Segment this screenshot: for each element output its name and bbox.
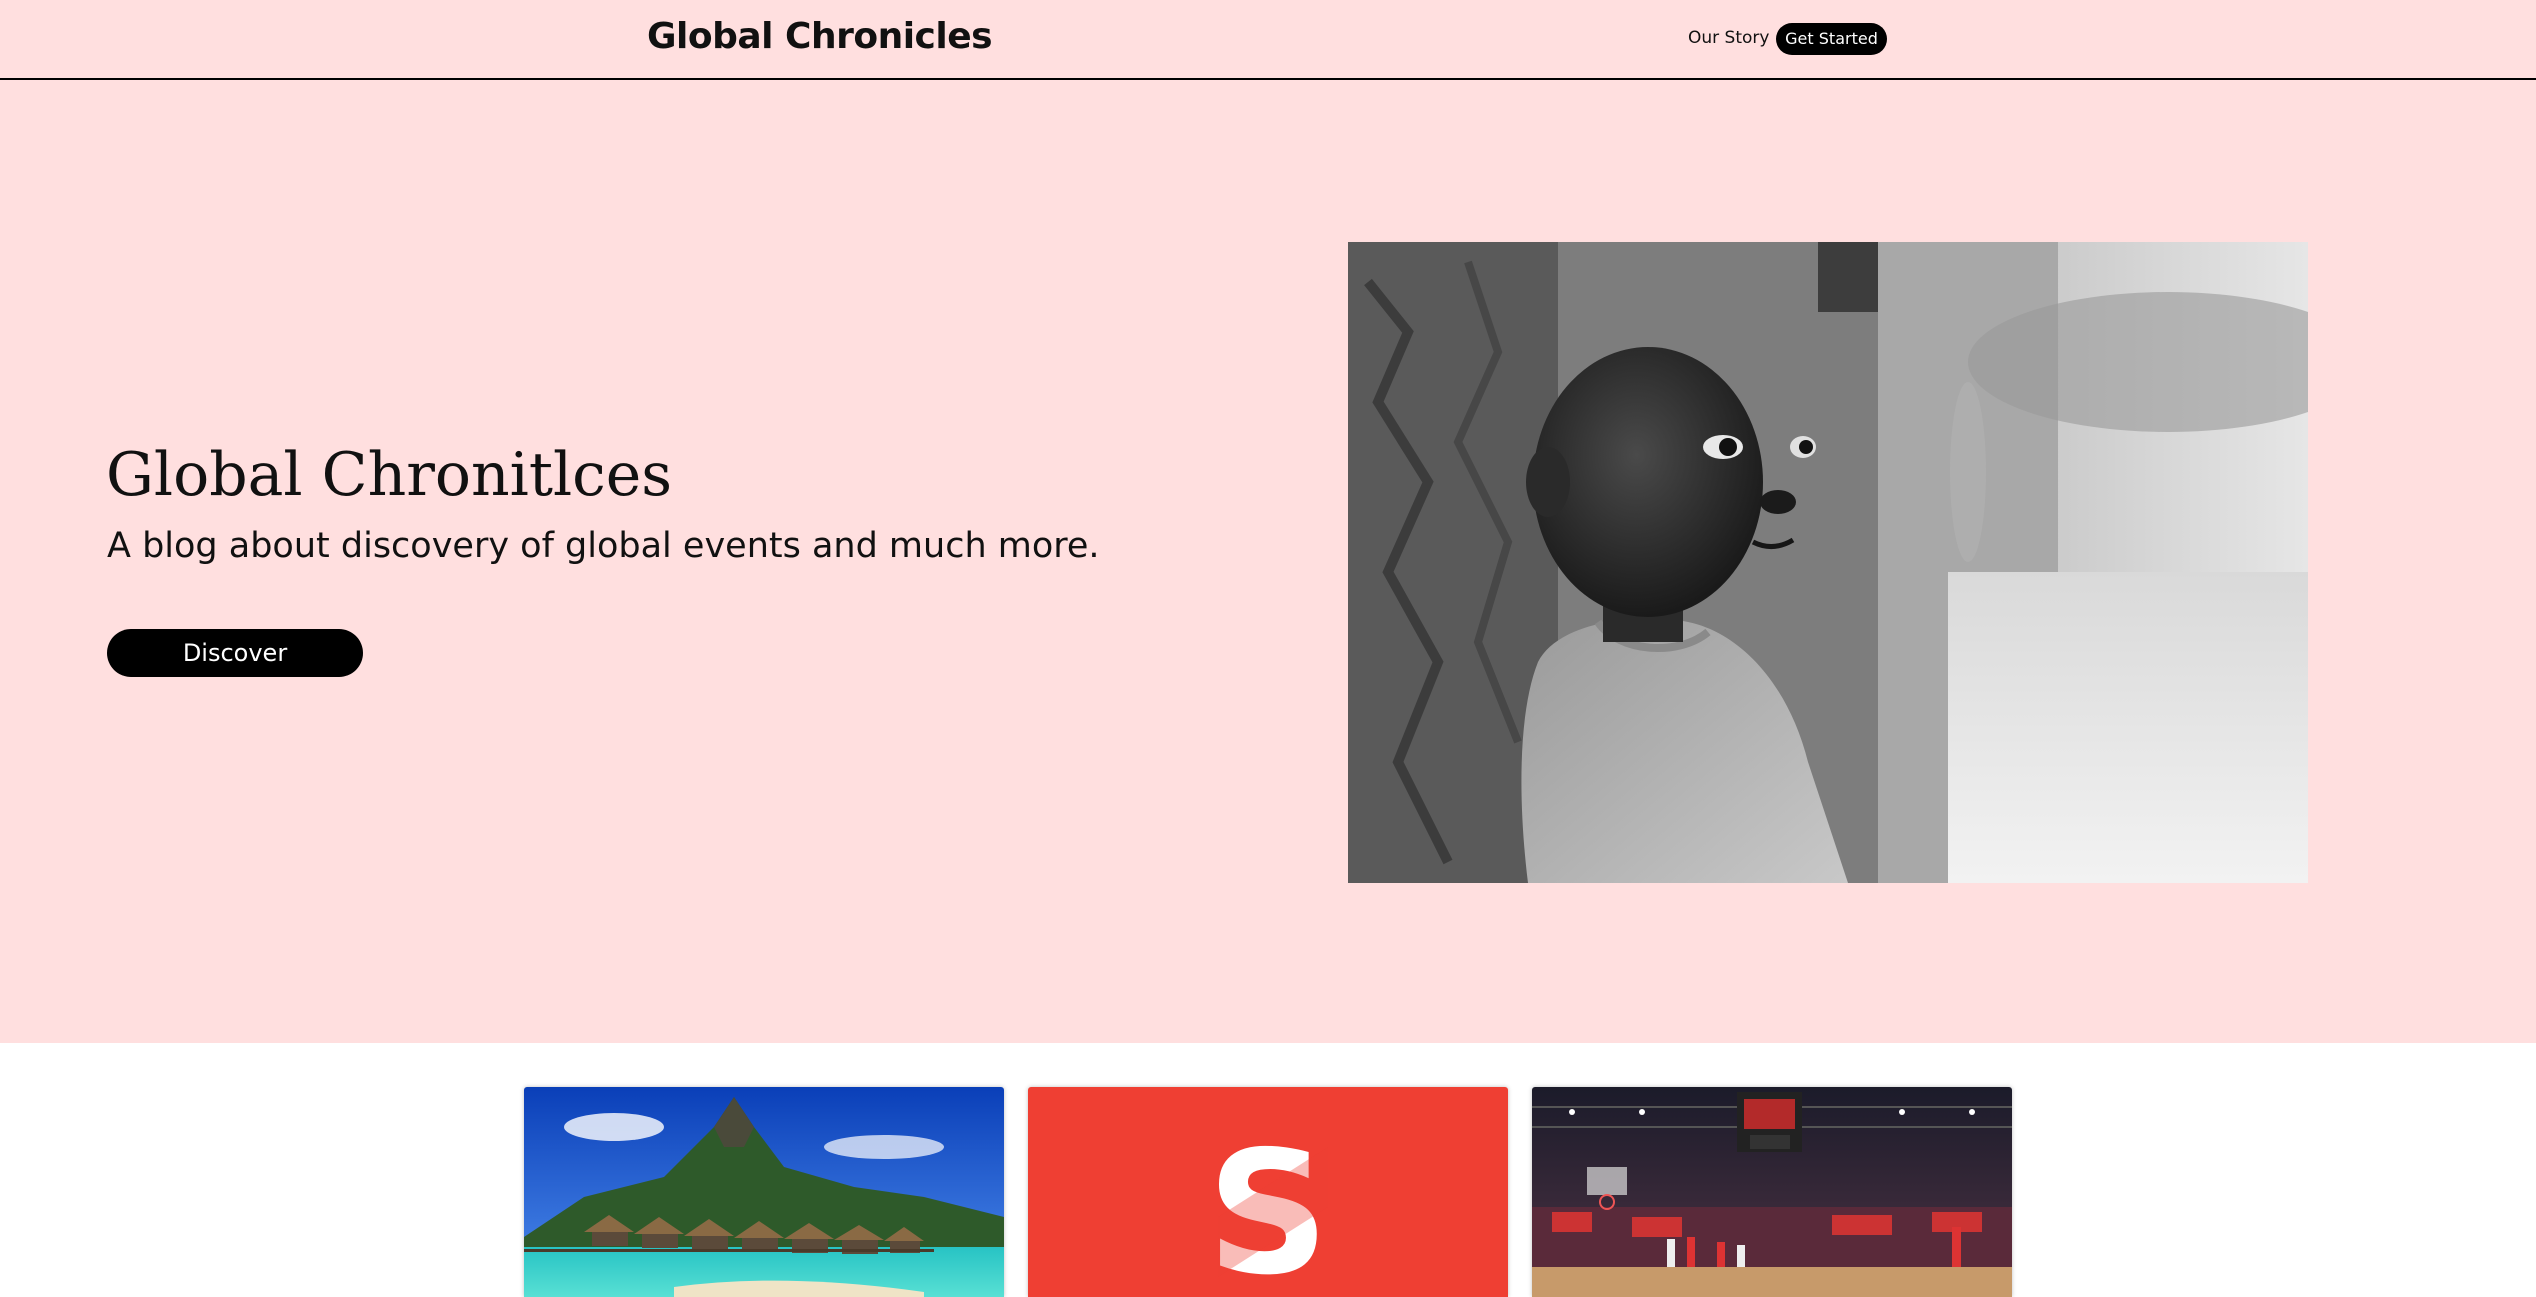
nav-link-our-story[interactable]: Our Story (1688, 28, 1769, 48)
basketball-arena-photo (1532, 1087, 2012, 1297)
featured-cards-section: S (0, 1043, 2536, 1297)
card-s-logo[interactable]: S (1028, 1087, 1508, 1297)
child-portrait-illustration (1348, 242, 2308, 883)
site-brand[interactable]: Global Chronicles (647, 16, 993, 57)
discover-button[interactable]: Discover (107, 629, 363, 677)
hero-subtitle: A blog about discovery of global events … (107, 526, 1100, 566)
card-tropical-island[interactable] (524, 1087, 1004, 1297)
card-basketball-arena[interactable] (1532, 1087, 2012, 1297)
hero-title: Global Chronitlces (106, 440, 673, 510)
top-navigation-bar: Global Chronicles Our Story Get Started (0, 0, 2536, 80)
get-started-button[interactable]: Get Started (1776, 23, 1887, 55)
s-logo-graphic: S (1028, 1087, 1508, 1297)
hero-section: Global Chronitlces A blog about discover… (0, 80, 2536, 1043)
child-portrait-photo (1348, 242, 2308, 883)
tropical-island-photo (524, 1087, 1004, 1297)
